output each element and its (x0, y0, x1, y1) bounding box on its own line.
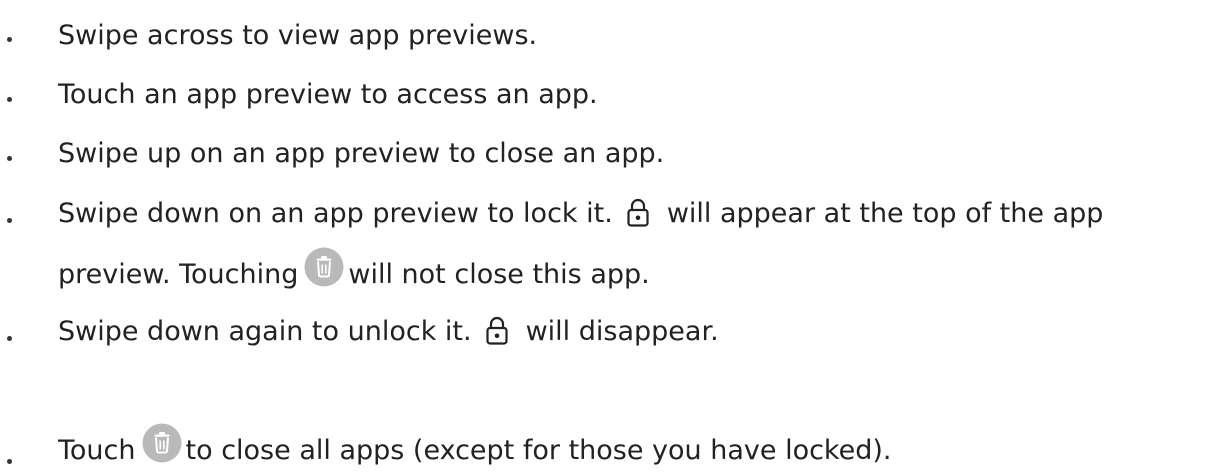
trash-icon (142, 423, 182, 463)
lock-icon (627, 198, 649, 228)
list-item-text: will disappear. (525, 315, 719, 347)
list-item-continuation: preview. Touching will not close this ap… (58, 247, 650, 292)
lock-icon (485, 316, 508, 346)
list-item: Swipe down on an app preview to lock it.… (58, 195, 1103, 231)
list-item: Touch an app preview to access an app. (58, 76, 598, 112)
list-item-text: Swipe down again to unlock it. (58, 315, 472, 347)
list-item: Swipe up on an app preview to close an a… (58, 135, 664, 171)
list-item-text: to close all apps (except for those you … (185, 434, 892, 466)
list-item: Swipe down again to unlock it. will disa… (58, 313, 719, 349)
list-item-text: preview. Touching (58, 258, 299, 290)
list-item: Swipe across to view app previews. (58, 17, 537, 53)
bullet-dot (7, 97, 12, 102)
list-item-text: Touch (58, 434, 136, 466)
list-item-text: will appear at the top of the app (666, 197, 1104, 229)
trash-icon (304, 247, 344, 287)
bullet-dot (7, 459, 12, 464)
bullet-list: Swipe across to view app previews. Touch… (0, 0, 1227, 474)
list-item-text: Touch an app preview to access an app. (58, 78, 598, 110)
list-item: Touch to close all apps (except for thos… (58, 423, 892, 468)
list-item-text: Swipe across to view app previews. (58, 19, 538, 51)
bullet-dot (7, 336, 12, 341)
bullet-dot (7, 37, 12, 42)
list-item-text: Swipe up on an app preview to close an a… (58, 137, 665, 169)
bullet-dot (7, 218, 12, 223)
bullet-dot (7, 156, 12, 161)
list-item-text: Swipe down on an app preview to lock it. (58, 197, 613, 229)
list-item-text: will not close this app. (348, 258, 650, 290)
